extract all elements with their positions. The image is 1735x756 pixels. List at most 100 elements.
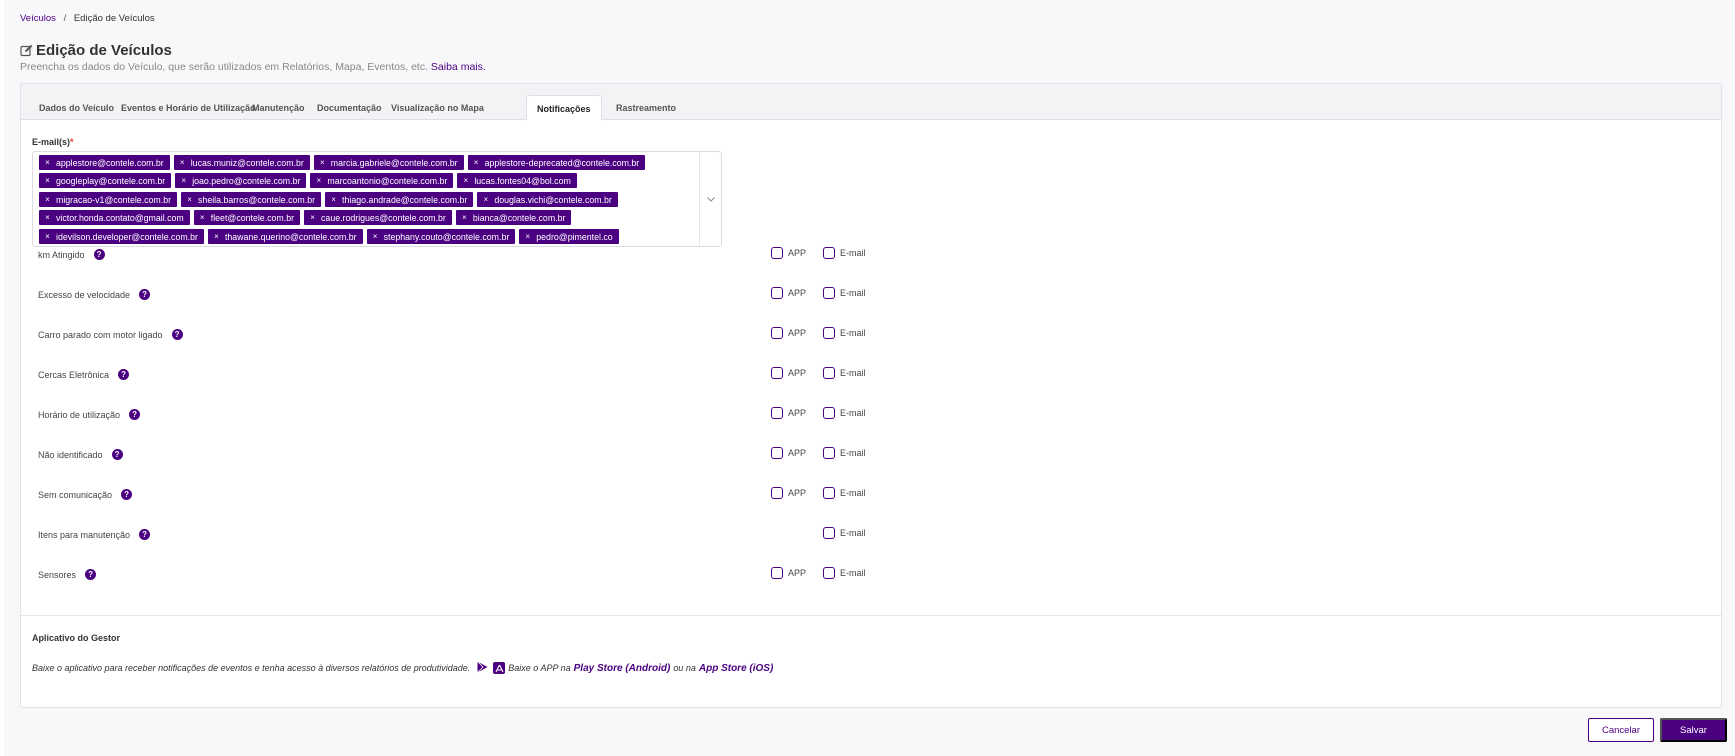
notification-label: Não identificado?: [38, 449, 123, 460]
notification-label: Sem comunicação?: [38, 489, 133, 500]
email-checkbox[interactable]: E-mail: [823, 407, 866, 419]
remove-chip-icon[interactable]: ×: [181, 195, 198, 204]
tab-manutencao[interactable]: Manutenção: [242, 95, 315, 120]
app-checkbox[interactable]: APP: [771, 567, 806, 579]
remove-chip-icon[interactable]: ×: [325, 195, 342, 204]
email-checkbox[interactable]: E-mail: [823, 447, 866, 459]
remove-chip-icon[interactable]: ×: [175, 176, 192, 185]
tab-notificacoes[interactable]: Notificações: [526, 95, 602, 121]
notification-row-itens-para-manutencao: Itens para manutenção? E-mail: [38, 527, 878, 543]
email-checkbox-label: E-mail: [840, 288, 866, 298]
checkbox-box[interactable]: [771, 327, 783, 339]
tab-documentacao[interactable]: Documentação: [307, 95, 392, 120]
email-checkbox[interactable]: E-mail: [823, 287, 866, 299]
checkbox-box[interactable]: [823, 567, 835, 579]
remove-chip-icon[interactable]: ×: [208, 232, 225, 241]
remove-chip-icon[interactable]: ×: [468, 158, 485, 167]
cancel-button[interactable]: Cancelar: [1588, 718, 1654, 742]
chip-row: × victor.honda.contato@gmail.com × fleet@c…: [39, 210, 575, 225]
email-chip-label: douglas.vichi@contele.com.br: [494, 194, 612, 205]
app-store-icon[interactable]: [493, 662, 506, 674]
tab-dados-do-veiculo[interactable]: Dados do Veículo: [29, 95, 124, 120]
question-circle-icon[interactable]: ?: [118, 369, 130, 380]
checkbox-box[interactable]: [823, 327, 835, 339]
learn-more-link[interactable]: Saiba mais.: [431, 61, 486, 73]
checkbox-box[interactable]: [823, 487, 835, 499]
checkbox-box[interactable]: [823, 367, 835, 379]
play-store-link[interactable]: Play Store (Android): [574, 663, 671, 674]
remove-chip-icon[interactable]: ×: [194, 213, 211, 222]
remove-chip-icon[interactable]: ×: [457, 176, 474, 185]
question-circle-icon[interactable]: ?: [85, 569, 97, 580]
emails-multiselect[interactable]: × applestore@contele.com.br × lucas.muniz@…: [32, 151, 722, 247]
app-checkbox[interactable]: APP: [771, 407, 806, 419]
checkbox-box[interactable]: [771, 447, 783, 459]
email-checkbox[interactable]: E-mail: [823, 527, 866, 539]
checkbox-box[interactable]: [823, 247, 835, 259]
remove-chip-icon[interactable]: ×: [314, 158, 331, 167]
email-chip: × marcoantonio@contele.com.br: [310, 173, 454, 188]
notification-row-nao-identificado: Não identificado? APP E-mail: [38, 447, 878, 463]
tab-rastreamento[interactable]: Rastreamento: [606, 95, 686, 120]
app-checkbox-label: APP: [788, 408, 807, 418]
remove-chip-icon[interactable]: ×: [174, 158, 191, 167]
question-circle-icon[interactable]: ?: [139, 289, 151, 300]
app-checkbox[interactable]: APP: [771, 447, 806, 459]
checkbox-box[interactable]: [771, 367, 783, 379]
app-checkbox[interactable]: APP: [771, 487, 806, 499]
email-checkbox[interactable]: E-mail: [823, 567, 866, 579]
email-chip: × marcia.gabriele@contele.com.br: [313, 155, 464, 170]
email-chip-label: lucas.muniz@contele.com.br: [190, 157, 304, 168]
checkbox-box[interactable]: [823, 527, 835, 539]
remove-chip-icon[interactable]: ×: [477, 195, 494, 204]
checkbox-box[interactable]: [771, 567, 783, 579]
checkbox-box[interactable]: [771, 287, 783, 299]
app-checkbox[interactable]: APP: [771, 367, 806, 379]
checkbox-box[interactable]: [823, 447, 835, 459]
remove-chip-icon[interactable]: ×: [456, 213, 473, 222]
app-checkbox-label: APP: [788, 368, 807, 378]
notification-row-sem-comunicacao: Sem comunicação? APP E-mail: [38, 487, 878, 503]
google-play-icon[interactable]: [477, 661, 488, 675]
email-chip-label: thiago.andrade@contele.com.br: [342, 194, 468, 205]
app-checkbox[interactable]: APP: [771, 287, 806, 299]
remove-chip-icon[interactable]: ×: [39, 158, 56, 167]
email-checkbox[interactable]: E-mail: [823, 367, 866, 379]
tab-visualizacao-no-mapa[interactable]: Visualização no Mapa: [381, 95, 494, 120]
question-circle-icon[interactable]: ?: [129, 409, 141, 420]
remove-chip-icon[interactable]: ×: [39, 213, 56, 222]
email-checkbox[interactable]: E-mail: [823, 327, 866, 339]
remove-chip-icon[interactable]: ×: [39, 176, 56, 185]
app-checkbox-label: APP: [788, 448, 807, 458]
remove-chip-icon[interactable]: ×: [310, 176, 327, 185]
page-subtitle: Preencha os dados do Veículo, que serão …: [20, 61, 486, 73]
chevron-down-icon[interactable]: [699, 152, 721, 246]
question-circle-icon[interactable]: ?: [93, 249, 105, 260]
app-checkbox[interactable]: APP: [771, 327, 806, 339]
breadcrumb-parent-link[interactable]: Veículos: [20, 13, 56, 24]
app-checkbox[interactable]: APP: [771, 247, 806, 259]
question-circle-icon[interactable]: ?: [111, 449, 123, 460]
question-circle-icon[interactable]: ?: [171, 329, 183, 340]
checkbox-box[interactable]: [823, 407, 835, 419]
remove-chip-icon[interactable]: ×: [367, 232, 384, 241]
checkbox-box[interactable]: [771, 487, 783, 499]
save-button[interactable]: Salvar: [1660, 718, 1727, 742]
notification-label: Cercas Eletrônica?: [38, 369, 130, 380]
chip-row: × applestore@contele.com.br × lucas.muniz@…: [39, 155, 649, 170]
emails-label: E-mail(s)*: [32, 137, 74, 147]
section-divider: [21, 615, 1721, 616]
remove-chip-icon[interactable]: ×: [519, 232, 536, 241]
email-checkbox[interactable]: E-mail: [823, 247, 866, 259]
checkbox-box[interactable]: [823, 287, 835, 299]
remove-chip-icon[interactable]: ×: [39, 232, 56, 241]
remove-chip-icon[interactable]: ×: [39, 195, 56, 204]
remove-chip-icon[interactable]: ×: [304, 213, 321, 222]
checkbox-box[interactable]: [771, 247, 783, 259]
email-chip: × douglas.vichi@contele.com.br: [477, 192, 618, 207]
question-circle-icon[interactable]: ?: [121, 489, 133, 500]
email-checkbox[interactable]: E-mail: [823, 487, 866, 499]
question-circle-icon[interactable]: ?: [139, 529, 151, 540]
app-store-link[interactable]: App Store (iOS): [699, 663, 773, 674]
checkbox-box[interactable]: [771, 407, 783, 419]
